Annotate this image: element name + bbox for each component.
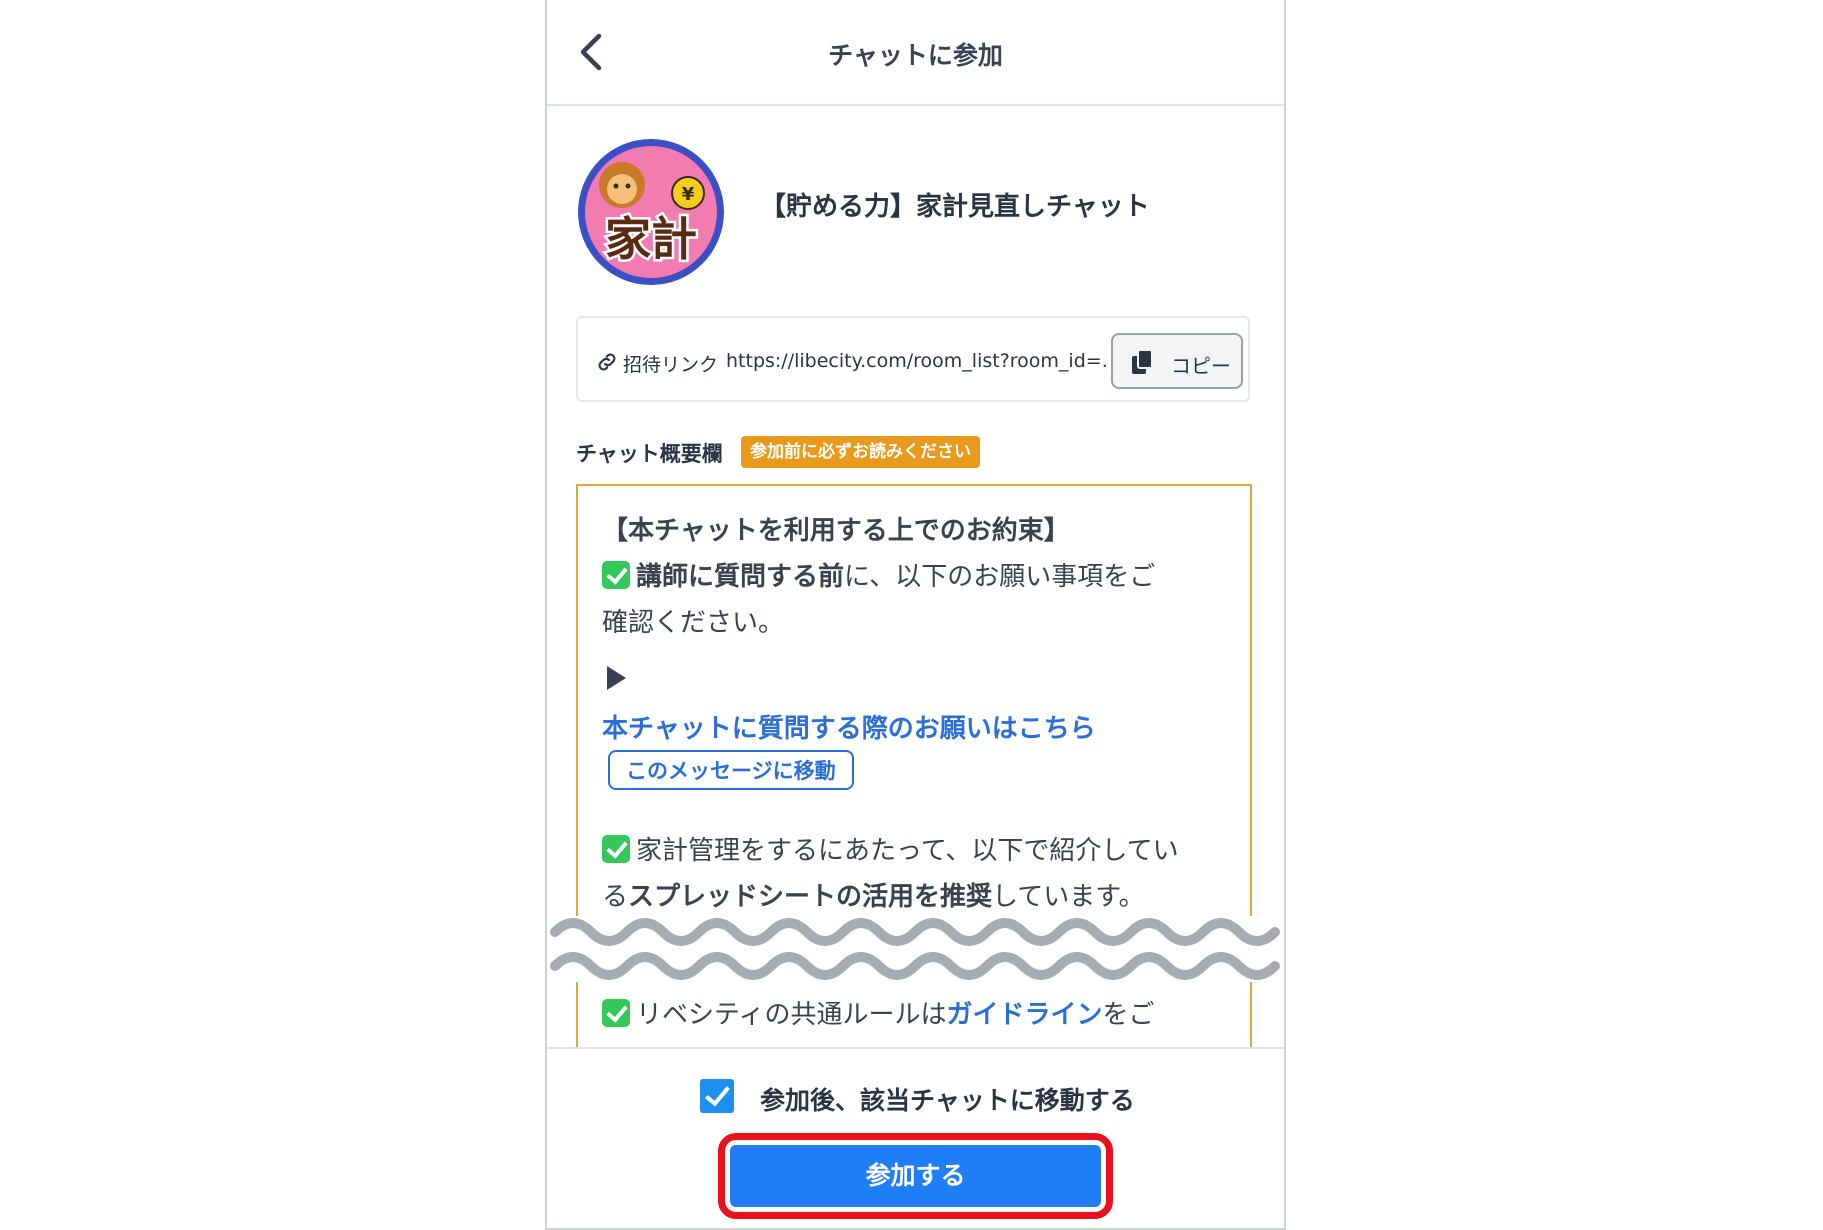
footer: 参加後、該当チャットに移動する 参加する [547,1047,1284,1228]
jump-to-message-button[interactable]: このメッセージに移動 [608,750,854,790]
summary-item-2-line2: るスプレッドシートの活用を推奨しています。 [602,882,1145,912]
summary-item-3: リベシティの共通ルールはガイドラインをご [602,994,1154,1031]
copy-label: コピー [1171,354,1231,378]
copy-button[interactable]: コピー [1111,333,1243,389]
chat-name: 【貯める力】家計見直しチャット [760,192,1150,222]
copy-icon [1132,349,1153,374]
invite-link-box: 招待リンク https://libecity.com/room_list?roo… [576,316,1250,402]
phone-frame: チャットに参加 ¥ 家計 【貯める力】家計見直しチャット 招待リンク https… [545,0,1286,1230]
top-bar: チャットに参加 [547,0,1284,106]
guideline-link[interactable]: ガイドライン [946,1000,1102,1030]
checkbox-label: 参加後、該当チャットに移動する [760,1086,1135,1115]
invite-url[interactable]: https://libecity.com/room_list?room_id=.… [726,350,1106,372]
summary-item-2: 家計管理をするにあたって、以下で紹介してい [602,830,1179,867]
check-icon [602,999,630,1027]
notice-badge: 参加前に必ずお読みください [741,436,980,468]
move-after-join-checkbox[interactable] [700,1079,734,1113]
question-guide-link[interactable]: 本チャットに質問する際のお願いはこちら [602,708,1096,745]
chat-summary-box[interactable]: 【本チャットを利用する上でのお約束】 講師に質問する前に、以下のお願い事項をご … [576,484,1252,1084]
avatar-text: 家計 [605,212,697,266]
chat-avatar: ¥ 家計 [576,137,726,287]
invite-label: 招待リンク [623,354,719,376]
page-title: チャットに参加 [828,41,1003,70]
content-omission-wave [547,916,1284,982]
summary-heading: 【本チャットを利用する上でのお約束】 [602,516,1070,546]
join-button[interactable]: 参加する [730,1145,1101,1207]
summary-label: チャット概要欄 [576,442,723,466]
svg-text:¥: ¥ [682,184,695,205]
check-icon [602,835,630,863]
play-icon [607,666,626,690]
summary-item-1-line2: 確認ください。 [602,608,785,638]
link-icon [598,353,616,371]
summary-item-1: 講師に質問する前に、以下のお願い事項をご [602,556,1155,593]
check-icon [602,561,630,589]
